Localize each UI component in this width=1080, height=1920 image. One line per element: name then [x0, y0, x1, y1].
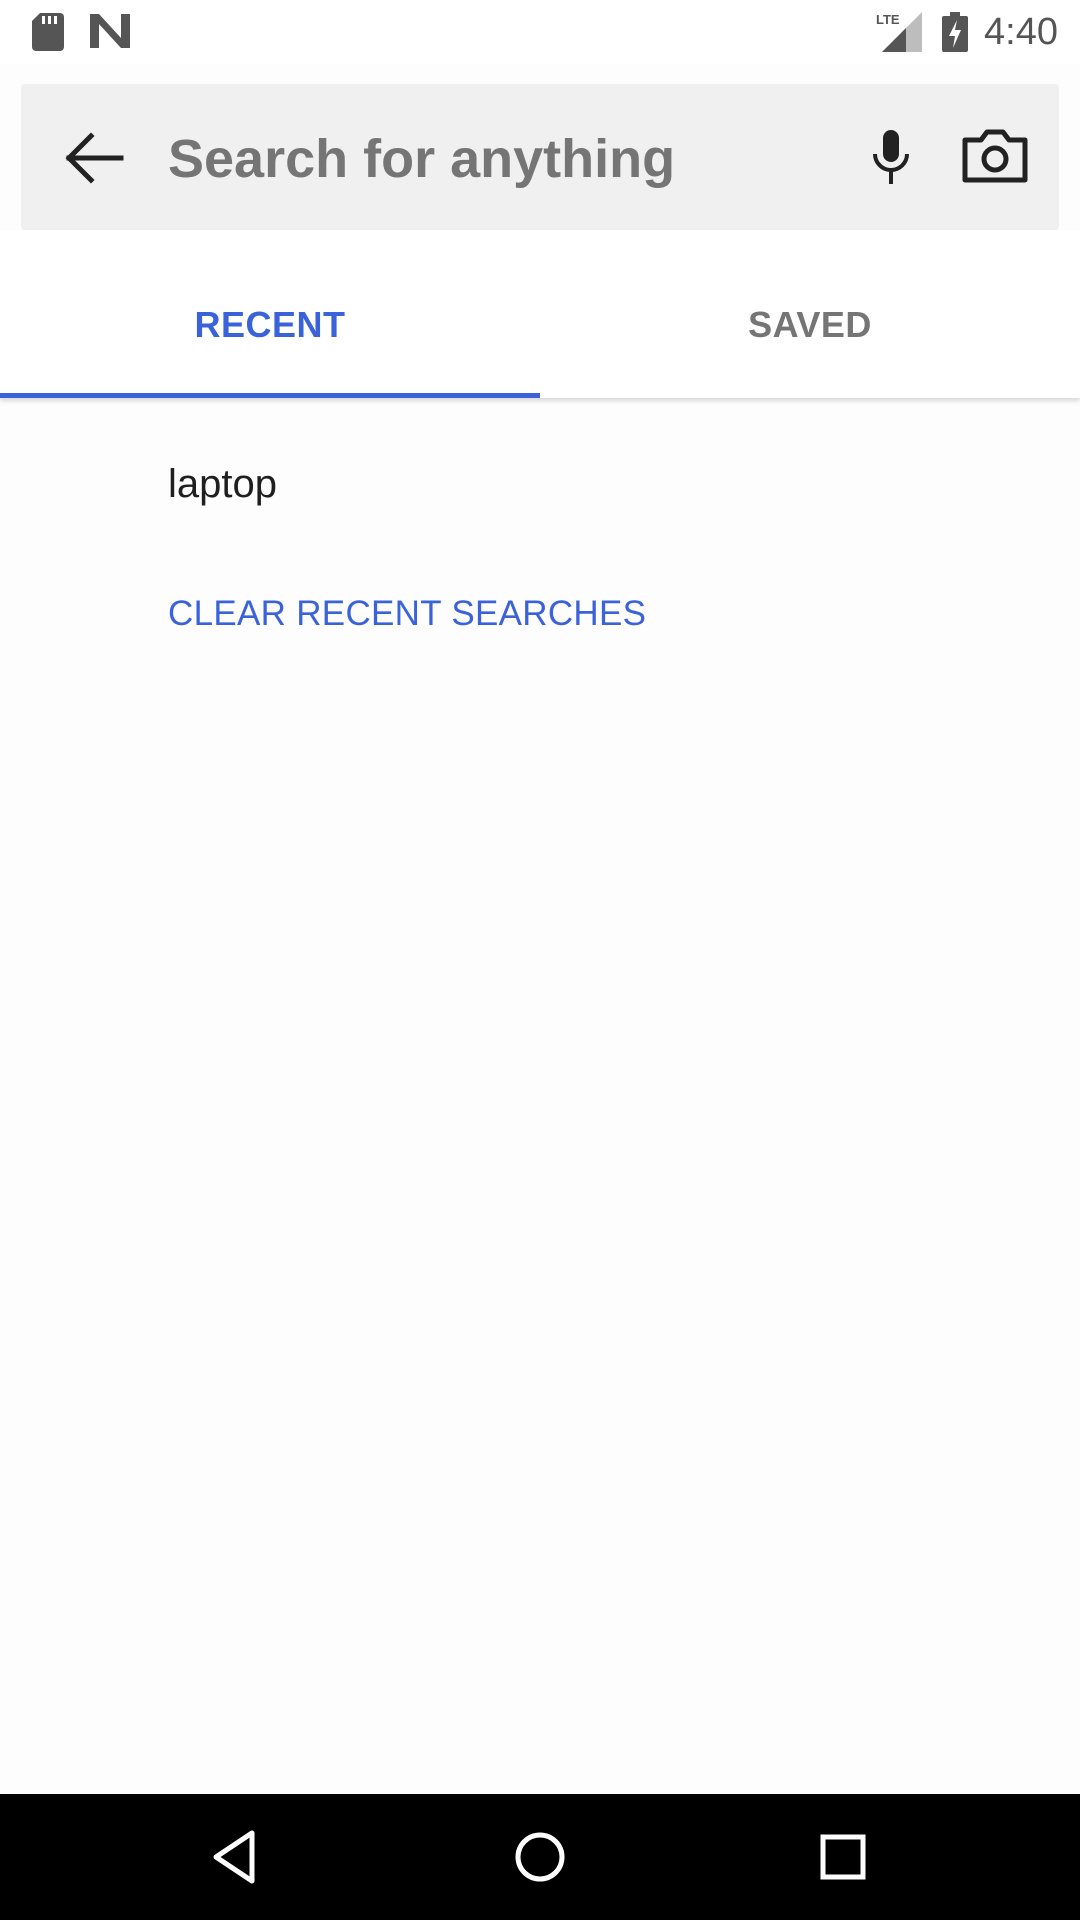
status-bar: LTE 4:40 [0, 0, 1080, 64]
clear-recent-searches-button[interactable]: CLEAR RECENT SEARCHES [168, 590, 646, 638]
search-bar [21, 84, 1059, 230]
battery-charging-icon [942, 12, 968, 57]
lte-signal-icon: LTE [876, 12, 922, 57]
tab-recent-label: RECENT [194, 304, 346, 345]
navigation-bar [0, 1794, 1080, 1920]
sd-card-icon [32, 13, 64, 56]
tab-saved[interactable]: SAVED [540, 230, 1080, 398]
recent-search-item[interactable]: laptop [168, 458, 277, 510]
nav-recents-icon[interactable] [813, 1827, 873, 1887]
tab-recent[interactable]: RECENT [0, 230, 540, 398]
microphone-icon[interactable] [859, 126, 923, 190]
status-time: 4:40 [984, 11, 1058, 53]
tab-saved-label: SAVED [748, 304, 872, 345]
camera-icon[interactable] [961, 128, 1037, 192]
n-logo-icon [90, 14, 130, 53]
search-input[interactable] [168, 124, 848, 194]
nav-home-icon[interactable] [510, 1827, 570, 1887]
nav-back-icon[interactable] [208, 1827, 268, 1887]
tab-bar: RECENT SAVED [0, 230, 1080, 398]
tab-selected-indicator [0, 393, 540, 398]
svg-text:LTE: LTE [876, 12, 900, 27]
back-arrow-icon[interactable] [65, 126, 145, 190]
